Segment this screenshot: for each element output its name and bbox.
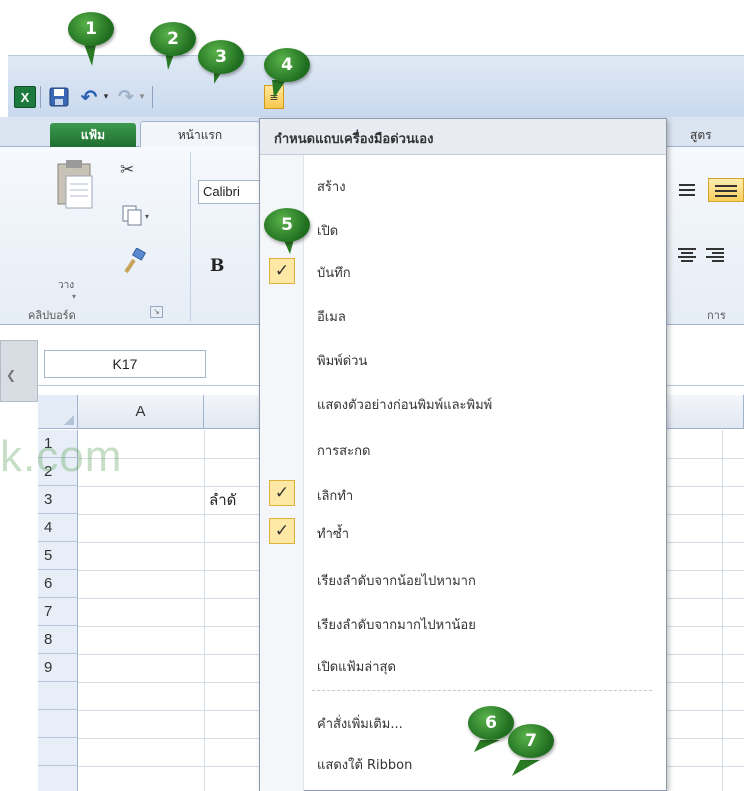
ribbon-group-separator <box>190 152 191 322</box>
paste-icon[interactable] <box>52 158 96 210</box>
name-box[interactable]: K17 <box>44 350 206 378</box>
menu-item-spelling[interactable]: การสะกด <box>317 440 370 461</box>
row-header[interactable]: 3 <box>38 486 78 514</box>
menu-item-sort-descending[interactable]: เรียงลำดับจากมากไปหาน้อย <box>317 614 476 635</box>
column-header-a[interactable]: A <box>78 395 204 429</box>
menu-item-more-commands[interactable]: คำสั่งเพิ่มเติม... <box>317 713 403 734</box>
paste-dropdown-icon[interactable]: ▾ <box>72 292 76 301</box>
save-icon[interactable] <box>48 85 70 109</box>
window-edge <box>0 55 8 119</box>
menu-separator <box>312 690 652 691</box>
qat-separator <box>40 86 41 108</box>
undo-dropdown-icon[interactable]: ▾ <box>100 85 112 109</box>
redo-icon[interactable]: ↷ <box>116 85 136 109</box>
menu-item-open-recent[interactable]: เปิดแฟ้มล่าสุด <box>317 656 396 677</box>
row-header[interactable] <box>38 682 78 710</box>
callout-badge-7: 7 <box>508 724 554 758</box>
redo-dropdown-icon[interactable]: ▾ <box>136 85 148 109</box>
cell-b2[interactable]: ลำดั <box>209 488 236 512</box>
dialog-launcher-icon[interactable]: ↘ <box>150 306 163 318</box>
menu-item-sort-ascending[interactable]: เรียงลำดับจากน้อยไปหามาก <box>317 570 476 591</box>
menu-item-email[interactable]: อีเมล <box>317 306 346 327</box>
align-justify-icon[interactable] <box>678 248 696 262</box>
menu-item-save[interactable]: บันทึก <box>317 262 351 283</box>
undo-icon[interactable]: ↶ <box>78 85 100 109</box>
check-icon: ✓ <box>269 480 295 506</box>
gridline <box>204 430 205 791</box>
font-name-box[interactable]: Calibri <box>198 180 264 204</box>
callout-badge-3: 3 <box>198 40 244 74</box>
cut-icon[interactable]: ✂ <box>120 160 134 180</box>
callout-badge-2: 2 <box>150 22 196 56</box>
menu-item-redo[interactable]: ทำซ้ำ <box>317 523 349 544</box>
watermark-text: k.com <box>0 432 123 481</box>
tab-file[interactable]: แฟ้ม <box>50 123 136 147</box>
menu-item-show-below-ribbon[interactable]: แสดงใต้ Ribbon <box>317 754 412 775</box>
menu-header: กำหนดแถบเครื่องมือด่วนเอง <box>260 119 666 155</box>
customize-qat-icon[interactable]: ≡ <box>264 85 284 109</box>
chevron-left-icon[interactable]: ❮ <box>6 368 16 382</box>
callout-badge-6: 6 <box>468 706 514 740</box>
menu-check-gutter <box>260 155 304 791</box>
row-header[interactable]: 8 <box>38 626 78 654</box>
callout-badge-5: 5 <box>264 208 310 242</box>
align-icon[interactable] <box>679 184 695 196</box>
row-header[interactable] <box>38 738 78 766</box>
menu-item-print-preview[interactable]: แสดงตัวอย่างก่อนพิมพ์และพิมพ์ <box>317 394 492 415</box>
row-header[interactable]: 5 <box>38 542 78 570</box>
qat-separator <box>152 86 153 108</box>
select-all-corner[interactable] <box>38 395 78 429</box>
callout-badge-1: 1 <box>68 12 114 46</box>
clipboard-group-label: คลิปบอร์ด <box>28 309 76 322</box>
menu-item-open[interactable]: เปิด <box>317 220 338 241</box>
svg-text:▾: ▾ <box>145 212 149 221</box>
row-header[interactable] <box>38 766 78 791</box>
excel-app-icon[interactable]: X <box>14 86 36 108</box>
gridline <box>722 430 723 791</box>
menu-item-new[interactable]: สร้าง <box>317 176 346 197</box>
callout-badge-4: 4 <box>264 48 310 82</box>
number-group-label: การ <box>707 309 726 322</box>
check-icon: ✓ <box>269 258 295 284</box>
menu-item-quick-print[interactable]: พิมพ์ด่วน <box>317 350 367 371</box>
align-center-icon[interactable] <box>708 178 744 202</box>
row-header[interactable]: 7 <box>38 598 78 626</box>
row-header[interactable]: 9 <box>38 654 78 682</box>
menu-item-undo[interactable]: เลิกทำ <box>317 485 353 506</box>
align-right-icon[interactable] <box>706 248 724 262</box>
tab-home[interactable]: หน้าแรก <box>140 121 260 148</box>
row-header[interactable]: 6 <box>38 570 78 598</box>
check-icon: ✓ <box>269 518 295 544</box>
format-painter-icon[interactable] <box>122 247 150 274</box>
row-header[interactable] <box>38 710 78 738</box>
paste-label[interactable]: วาง <box>58 278 74 293</box>
bold-button[interactable]: B <box>210 256 224 276</box>
copy-icon[interactable]: ▾ <box>122 205 152 227</box>
row-header[interactable]: 4 <box>38 514 78 542</box>
tab-formulas[interactable]: สูตร <box>690 123 740 147</box>
